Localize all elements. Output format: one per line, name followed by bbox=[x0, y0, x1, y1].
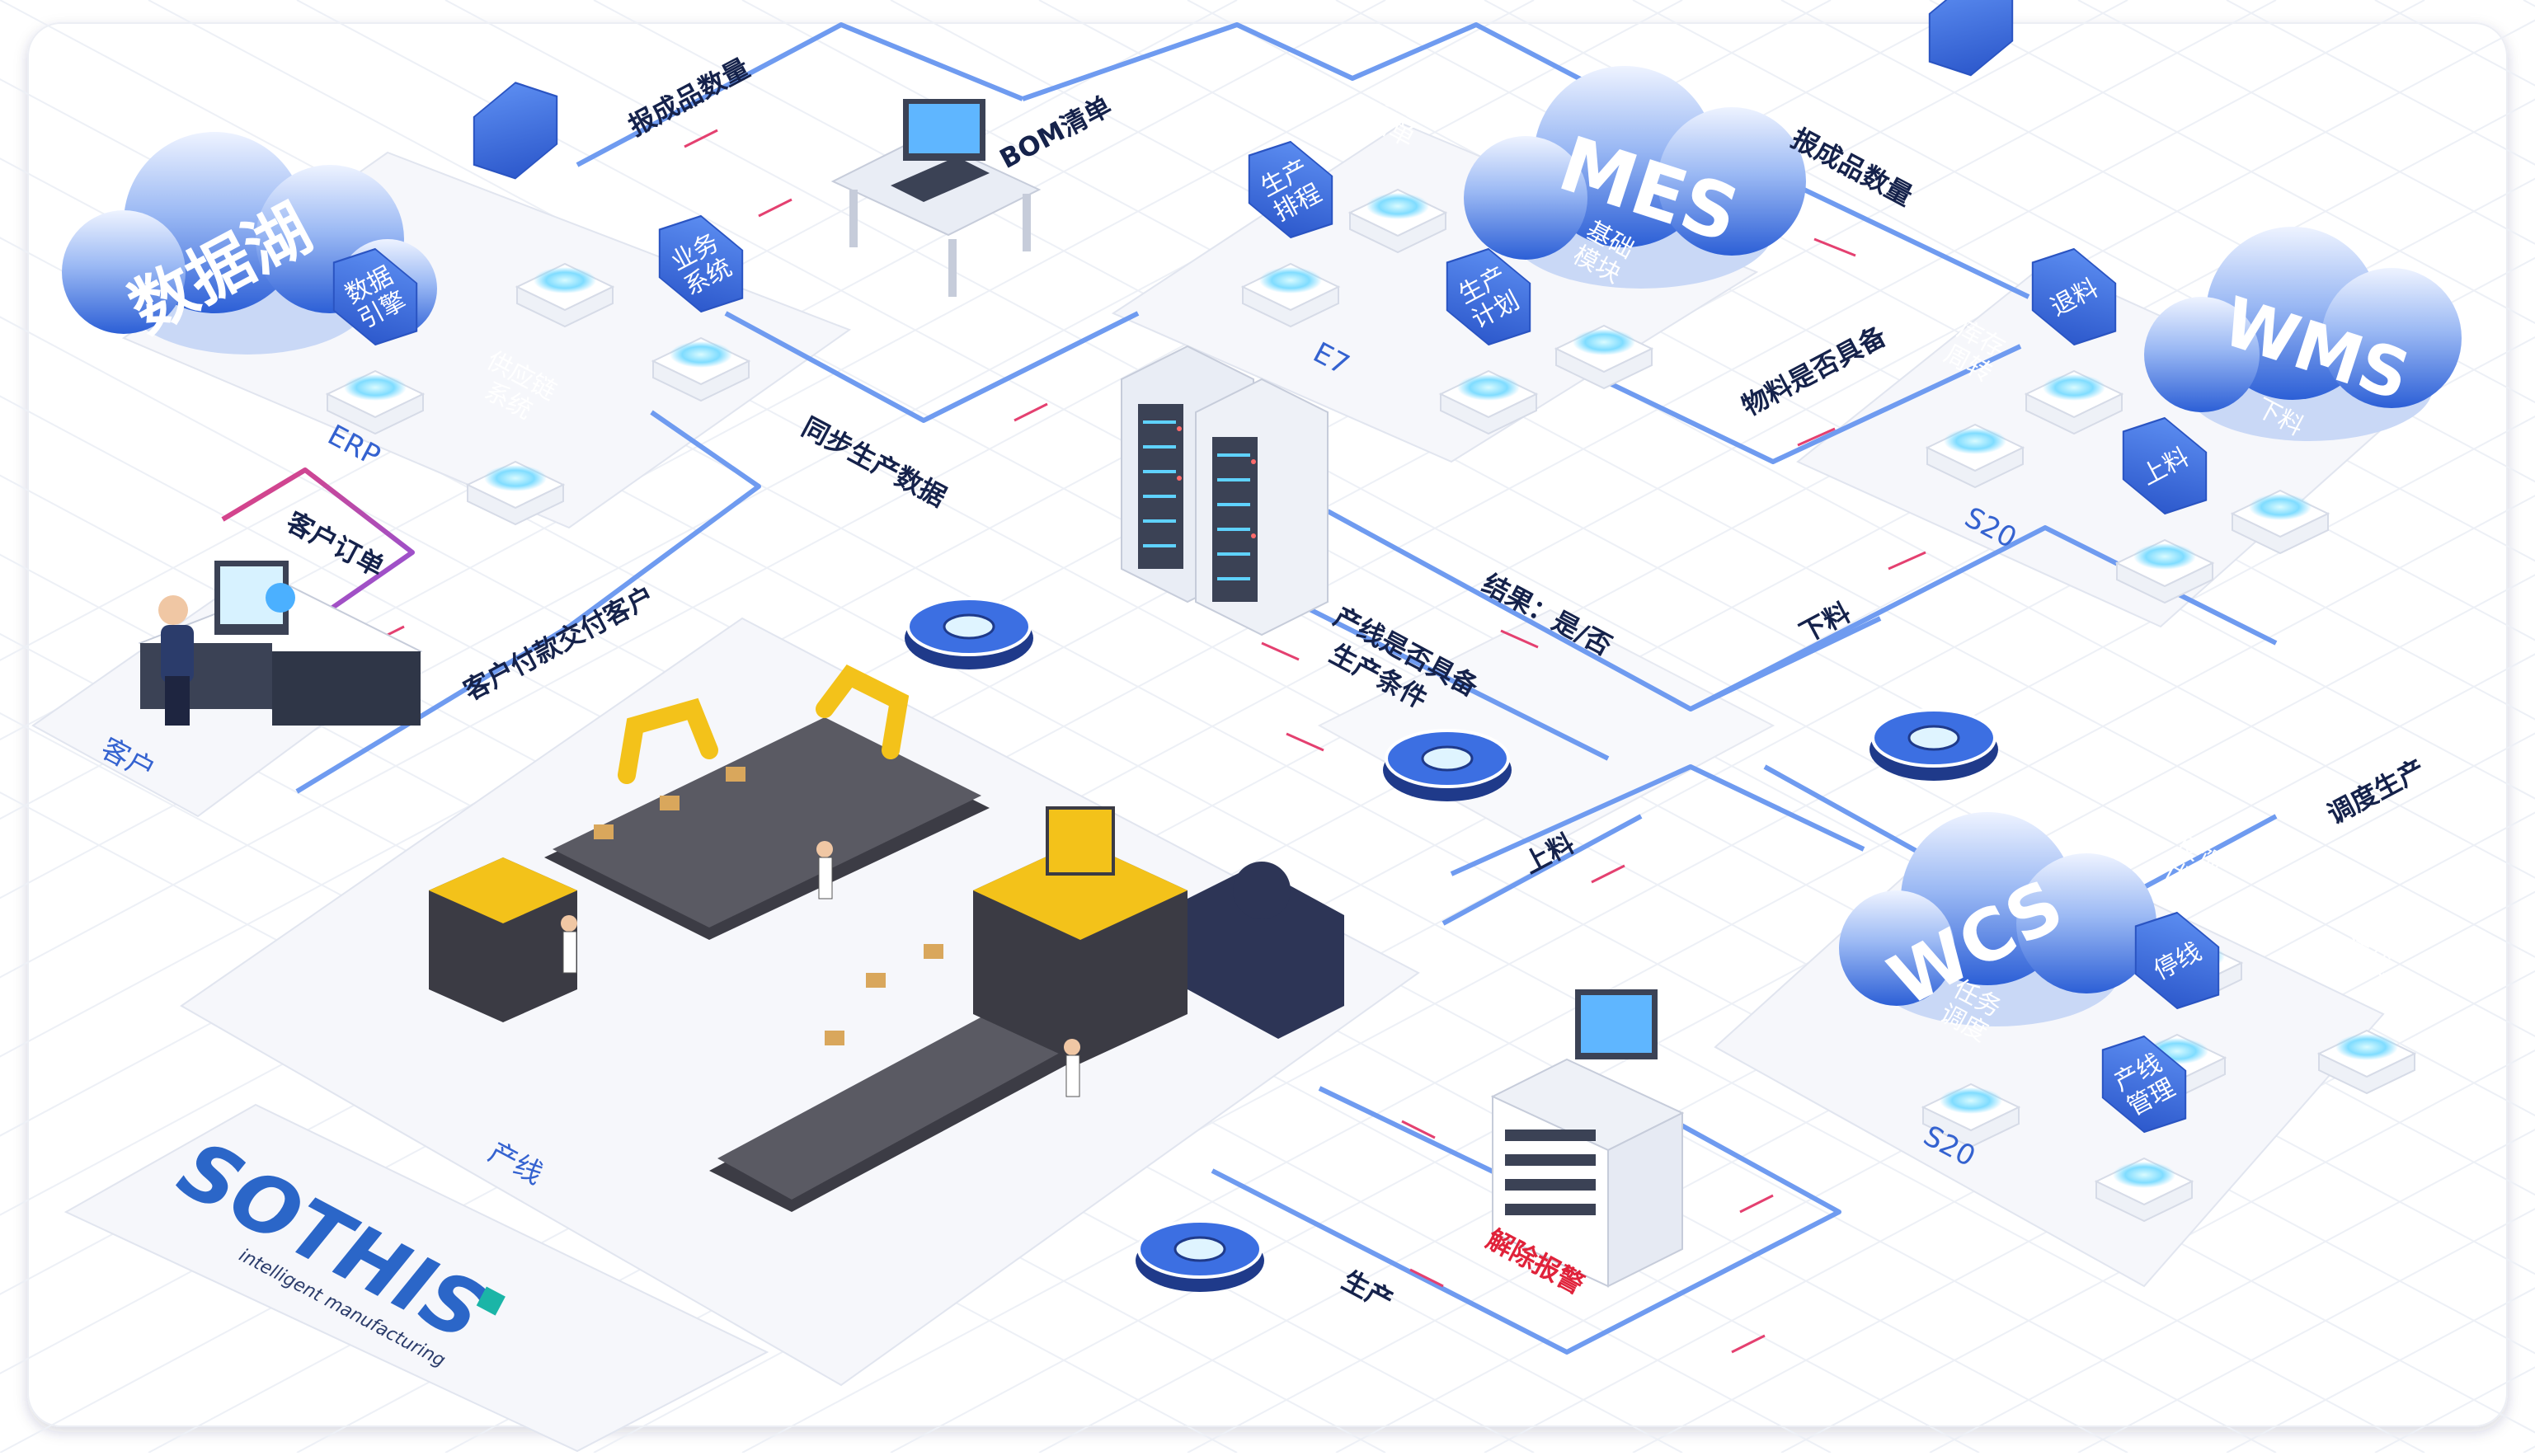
agv-sensor bbox=[1421, 745, 1474, 772]
module-glow bbox=[2043, 374, 2105, 401]
system-architecture-diagram: 数据湖 MES WMS WCS 数据 引擎 财务 系统 业务 系统 供应链 系统 生产 排程 紧急插… bbox=[0, 0, 2535, 1454]
module-glow bbox=[1944, 428, 2006, 454]
module-glow bbox=[1366, 193, 1429, 219]
module-glow bbox=[344, 374, 407, 401]
module-glow bbox=[1259, 267, 1322, 294]
agv-robot bbox=[905, 597, 1033, 669]
module-glow bbox=[1457, 374, 1520, 401]
module-glow bbox=[2335, 1034, 2398, 1060]
agv-robot bbox=[1383, 729, 1512, 801]
agv-sensor bbox=[943, 613, 995, 640]
module-glow bbox=[670, 341, 732, 368]
module-glow bbox=[2133, 543, 2196, 570]
agv-sensor bbox=[1907, 725, 1960, 751]
module-glow bbox=[1940, 1087, 2002, 1114]
module-glow bbox=[2113, 1162, 2175, 1188]
agv-sensor bbox=[1173, 1236, 1226, 1262]
module-glow bbox=[2249, 494, 2312, 520]
agv-robot bbox=[1870, 708, 1998, 781]
module-glow bbox=[484, 465, 547, 491]
module-glow bbox=[1573, 329, 1635, 355]
module-glow bbox=[534, 267, 596, 294]
agv-robot bbox=[1136, 1219, 1264, 1292]
diagram-canvas: 数据湖 MES WMS WCS 数据引擎财务系统业务系统供应链系统生产排程紧急插… bbox=[0, 0, 2535, 1454]
